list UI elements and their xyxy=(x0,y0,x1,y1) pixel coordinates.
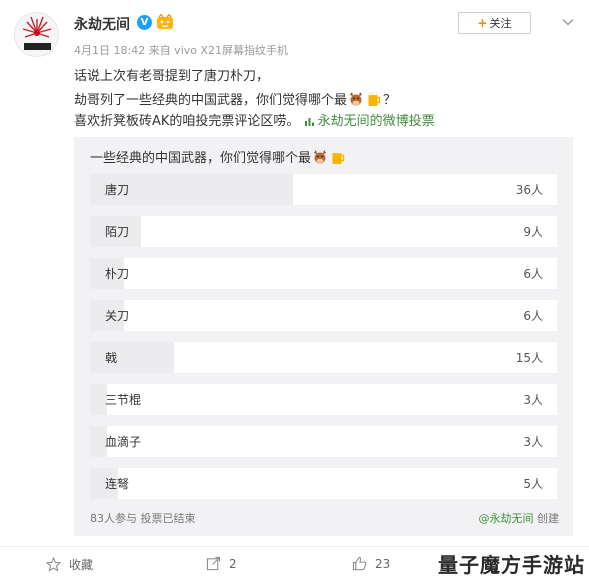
poll-option-label: 关刀 xyxy=(105,309,130,323)
poll-option-count: 6人 xyxy=(523,267,543,281)
post-meta: 4月1日 18:42 来自 vivo X21屏幕指纹手机 xyxy=(74,44,289,57)
poll-option-fill xyxy=(90,342,175,373)
poll-option-count: 3人 xyxy=(523,435,543,449)
follow-label: 关注 xyxy=(489,17,512,30)
poll-option-count: 15人 xyxy=(515,351,543,365)
poll-link[interactable]: 永劫无间的微博投票 xyxy=(304,114,435,129)
poll-creator-link[interactable]: @永劫无间 xyxy=(479,512,534,525)
poll-option-count: 9人 xyxy=(523,225,543,239)
poll-option[interactable]: 三节棍 3人 xyxy=(90,384,557,415)
post-text-line-2: 劫哥列了一些经典的中国武器，你们觉得哪个最 ？ xyxy=(74,89,396,108)
favorite-button[interactable]: 收藏 xyxy=(46,556,93,573)
poll-option-count: 3人 xyxy=(523,393,543,407)
avatar-logo xyxy=(15,13,58,56)
poll-option-label: 陌刀 xyxy=(105,225,130,239)
poll-creator-suffix: 创建 xyxy=(533,512,559,525)
post-text-line-1: 话说上次有老哥提到了唐刀朴刀， xyxy=(74,69,270,84)
poll-status: 83人参与 投票已结束 xyxy=(90,512,196,525)
cow-emoji-icon xyxy=(350,92,363,106)
poll-icon xyxy=(304,118,314,126)
member-icon[interactable] xyxy=(156,14,174,30)
chevron-down-icon xyxy=(562,19,574,26)
beer-emoji-icon xyxy=(367,92,381,106)
poll-option[interactable]: 朴刀 6人 xyxy=(90,258,557,289)
poll-question-text: 一些经典的中国武器，你们觉得哪个最 xyxy=(90,151,312,166)
poll-option[interactable]: 连弩 5人 xyxy=(90,468,557,499)
like-count: 23 xyxy=(375,556,391,571)
forward-count: 2 xyxy=(229,556,237,571)
poll-option-label: 唐刀 xyxy=(105,183,130,197)
poll-option-label: 戟 xyxy=(105,351,118,365)
share-icon xyxy=(206,556,221,571)
thumb-up-icon xyxy=(352,556,367,571)
divider xyxy=(0,546,589,547)
poll-card: 一些经典的中国武器，你们觉得哪个最 唐刀 36人 陌刀 9人 朴刀 6人 关刀 … xyxy=(74,137,573,536)
poll-option-count: 6人 xyxy=(523,309,543,323)
star-icon xyxy=(46,557,61,572)
follow-button[interactable]: + 关注 xyxy=(458,12,531,34)
poll-option-label: 血滴子 xyxy=(105,435,142,449)
avatar[interactable] xyxy=(14,12,59,57)
poll-link-label: 永劫无间的微博投票 xyxy=(317,114,435,129)
like-button[interactable]: 23 xyxy=(352,556,390,571)
poll-creator: @永劫无间 创建 xyxy=(479,510,560,526)
poll-option-count: 5人 xyxy=(523,477,543,491)
more-menu-button[interactable] xyxy=(558,12,578,32)
poll-option-label: 朴刀 xyxy=(105,267,130,281)
plus-icon: + xyxy=(477,16,488,30)
poll-option-label: 三节棍 xyxy=(105,393,142,407)
username[interactable]: 永劫无间 xyxy=(74,14,130,34)
post-text-line-2-suffix: ？ xyxy=(383,93,397,108)
poll-option-label: 连弩 xyxy=(105,477,130,491)
cow-emoji-icon xyxy=(314,150,327,164)
site-watermark: 量子魔方手游站 xyxy=(438,553,585,577)
poll-question: 一些经典的中国武器，你们觉得哪个最 xyxy=(90,147,347,166)
beer-emoji-icon xyxy=(331,150,345,164)
forward-button[interactable]: 2 xyxy=(206,556,237,571)
poll-option-count: 36人 xyxy=(515,183,543,197)
post-text-line-2-prefix: 劫哥列了一些经典的中国武器，你们觉得哪个最 xyxy=(74,93,348,108)
post-text-line-3: 喜欢折凳板砖AK的咱投完票评论区唠。 永劫无间的微博投票 xyxy=(74,110,435,129)
poll-option[interactable]: 血滴子 3人 xyxy=(90,426,557,457)
poll-option[interactable]: 关刀 6人 xyxy=(90,300,557,331)
poll-option[interactable]: 陌刀 9人 xyxy=(90,216,557,247)
poll-option[interactable]: 戟 15人 xyxy=(90,342,557,373)
post-text-line-3-prefix: 喜欢折凳板砖AK的咱投完票评论区唠。 xyxy=(74,114,300,129)
weibo-post-card: 永劫无间 V + 关注 4月1日 18:42 来自 vivo X21屏幕指纹手机… xyxy=(0,0,589,580)
poll-option[interactable]: 唐刀 36人 xyxy=(90,174,557,205)
favorite-label: 收藏 xyxy=(69,558,94,572)
verified-icon: V xyxy=(137,15,152,30)
